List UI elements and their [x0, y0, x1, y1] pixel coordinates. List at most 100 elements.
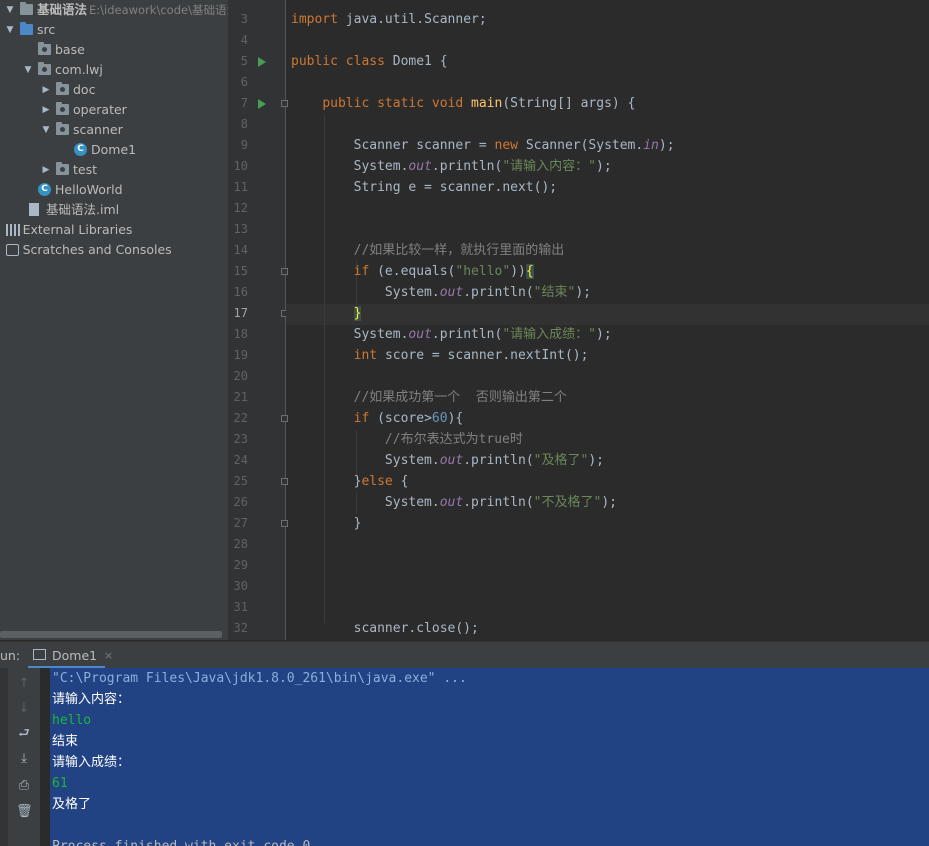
- tree-item-label: Dome1: [91, 142, 137, 157]
- chevron-right-icon[interactable]: ▶: [40, 80, 52, 100]
- scroll-to-end-icon[interactable]: ⤓: [16, 751, 32, 767]
- close-icon[interactable]: ×: [104, 642, 113, 669]
- code-line[interactable]: }: [291, 303, 362, 324]
- tree-item-helloworld[interactable]: C HelloWorld: [0, 180, 228, 200]
- tree-item-doc[interactable]: ▶ doc: [0, 80, 228, 100]
- package-dot-icon: [42, 67, 47, 72]
- tree-item-label: doc: [73, 82, 96, 97]
- code-token: out: [408, 327, 432, 342]
- console-output[interactable]: "C:\Program Files\Java\jdk1.8.0_261\bin\…: [50, 668, 929, 846]
- print-icon[interactable]: ⎙: [16, 778, 32, 794]
- code-line[interactable]: public static void main(String[] args) {: [291, 93, 635, 114]
- chevron-down-icon[interactable]: ▼: [40, 120, 52, 140]
- code-line[interactable]: //如果成功第一个 否则输出第二个: [291, 387, 567, 408]
- line-number: 18: [233, 327, 248, 341]
- tree-item-scanner[interactable]: ▼ scanner: [0, 120, 228, 140]
- code-token: java.util.Scanner;: [345, 12, 487, 27]
- line-number: 22: [233, 411, 248, 425]
- code-line[interactable]: System.out.println("请输入成绩：");: [291, 324, 612, 345]
- scratches-icon: [5, 244, 19, 256]
- run-gutter-icon[interactable]: [258, 57, 266, 67]
- tree-item-label: HelloWorld: [55, 182, 123, 197]
- line-number: 19: [233, 348, 248, 362]
- tree-item-iml[interactable]: 基础语法.iml: [0, 200, 228, 220]
- code-line[interactable]: }else {: [291, 471, 409, 492]
- code-token: );: [658, 138, 675, 153]
- code-token: ){: [447, 411, 464, 426]
- package-dot-icon: [60, 127, 65, 132]
- tree-item-com-lwj[interactable]: ▼ com.lwj: [0, 60, 228, 80]
- console-icon: [33, 649, 46, 660]
- code-token: "结束": [533, 285, 576, 300]
- package-folder-icon: [38, 62, 51, 75]
- tree-item-label: base: [55, 42, 85, 57]
- tree-item-[interactable]: ▼ 基础语法 E:\ideawork\code\基础语法: [0, 0, 228, 20]
- code-line[interactable]: import java.util.Scanner;: [291, 9, 487, 30]
- code-token: //如果比较一样，就执行里面的输出: [291, 243, 565, 258]
- code-token: System.: [291, 285, 440, 300]
- tree-item-src[interactable]: ▼ src: [0, 20, 228, 40]
- code-line[interactable]: System.out.println("不及格了");: [291, 492, 617, 513]
- code-line[interactable]: String e = scanner.next();: [291, 177, 558, 198]
- rerun-down-icon[interactable]: ↓: [16, 701, 32, 717]
- tree-item-test[interactable]: ▶ test: [0, 160, 228, 180]
- line-number: 31: [233, 600, 248, 614]
- line-number: 24: [233, 453, 248, 467]
- tree-item-dome1[interactable]: C Dome1: [0, 140, 228, 160]
- code-token: public static void: [322, 96, 472, 111]
- package-folder-icon: [56, 122, 69, 135]
- tree-item-external-libraries[interactable]: ▶ External Libraries: [0, 220, 228, 240]
- line-number: 4: [240, 33, 248, 47]
- run-tab-dome1[interactable]: Dome1 ×: [28, 642, 113, 669]
- code-token: Scanner(System.: [525, 138, 644, 153]
- code-line[interactable]: scanner.close();: [291, 618, 479, 639]
- rerun-up-icon[interactable]: ↑: [16, 676, 32, 692]
- tree-item-base[interactable]: base: [0, 40, 228, 60]
- source-folder-icon: [20, 22, 33, 35]
- code-token: "及格了": [533, 453, 589, 468]
- trash-icon[interactable]: 🗑: [16, 804, 33, 820]
- soft-wrap-icon[interactable]: ⮐: [16, 726, 32, 742]
- code-token: Scanner scanner =: [291, 138, 495, 153]
- chevron-down-icon[interactable]: ▼: [4, 0, 16, 20]
- java-class-icon: C: [38, 183, 51, 196]
- code-line[interactable]: System.out.println("结束");: [291, 282, 591, 303]
- tree-item-label: 基础语法.iml: [46, 202, 120, 217]
- run-gutter-icon[interactable]: [258, 99, 266, 109]
- code-line[interactable]: System.out.println("及格了");: [291, 450, 604, 471]
- line-number: 17: [233, 306, 248, 320]
- line-number: 14: [233, 243, 248, 257]
- chevron-right-icon[interactable]: ▶: [40, 160, 52, 180]
- code-editor[interactable]: import java.util.Scanner; public class Do…: [286, 0, 929, 640]
- code-line[interactable]: public class Dome1 {: [291, 51, 448, 72]
- code-line[interactable]: int score = scanner.nextInt();: [291, 345, 589, 366]
- code-line[interactable]: if (e.equals("hello")){: [291, 261, 534, 282]
- chevron-right-icon[interactable]: ▶: [0, 220, 2, 240]
- code-line[interactable]: }: [291, 513, 362, 534]
- tree-item-operater[interactable]: ▶ operater: [0, 100, 228, 120]
- project-folder-icon: [20, 2, 33, 15]
- tree-horizontal-scrollbar[interactable]: [0, 631, 222, 638]
- tree-item-scratches-and-consoles[interactable]: ▶ Scratches and Consoles: [0, 240, 228, 260]
- code-line[interactable]: //如果比较一样，就执行里面的输出: [291, 240, 565, 261]
- iml-file-icon: [29, 203, 39, 216]
- code-token: //如果成功第一个 否则输出第二个: [291, 390, 567, 405]
- chevron-down-icon[interactable]: ▼: [22, 60, 34, 80]
- run-tab-label: Dome1: [52, 648, 98, 663]
- project-tree-panel: ▼ 基础语法 E:\ideawork\code\基础语法 ▼ src base ▼ com.…: [0, 0, 228, 640]
- code-line[interactable]: //布尔表达式为true时: [291, 429, 523, 450]
- code-line[interactable]: System.out.println("请输入内容：");: [291, 156, 612, 177]
- tree-item-label: operater: [73, 102, 127, 117]
- code-token: main: [471, 96, 503, 111]
- package-folder-icon: [56, 102, 69, 115]
- code-token: .println(: [463, 285, 534, 300]
- chevron-down-icon[interactable]: ▼: [4, 20, 16, 40]
- code-line[interactable]: Scanner scanner = new Scanner(System.in)…: [291, 135, 675, 156]
- chevron-right-icon[interactable]: ▶: [0, 240, 2, 260]
- chevron-right-icon[interactable]: ▶: [40, 100, 52, 120]
- code-line[interactable]: if (score>60){: [291, 408, 464, 429]
- code-token: in: [643, 138, 659, 153]
- console-line: 请输入内容：: [52, 692, 131, 707]
